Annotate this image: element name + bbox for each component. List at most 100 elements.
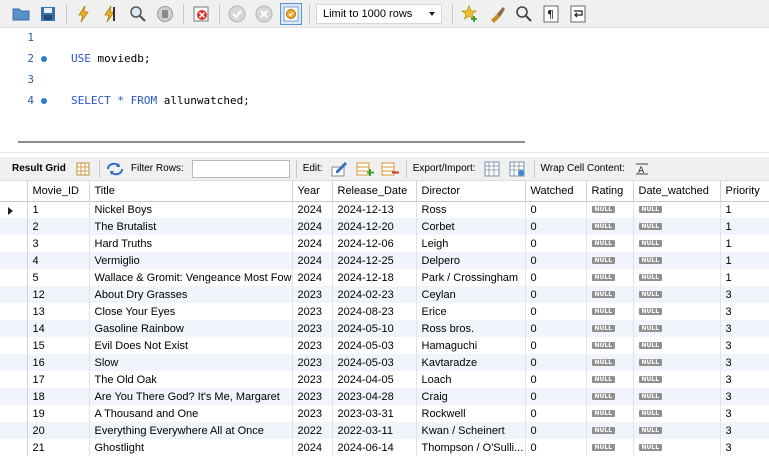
toggle-error-icon[interactable] [190,3,212,25]
rollback-icon[interactable] [253,3,275,25]
limit-rows-select[interactable]: Limit to 1000 rows [316,3,442,24]
cell-watched[interactable]: 0 [525,286,587,303]
cell-priority[interactable]: 3 [720,303,769,320]
table-row[interactable]: 3 Hard Truths 2024 2024-12-06 Leigh 0 NULL NULL… [0,235,769,252]
cell-director[interactable]: Ross [416,201,526,218]
open-folder-icon[interactable] [10,3,32,25]
cell-release-date[interactable]: 2024-12-25 [332,252,417,269]
cell-year[interactable]: 2023 [292,405,333,422]
cell-rating[interactable]: NULL [586,388,634,405]
import-icon[interactable] [509,160,527,178]
cell-watched[interactable]: 0 [525,371,587,388]
wrap-cell-icon[interactable]: A [633,160,651,178]
cell-rating[interactable]: NULL [586,235,634,252]
cell-movie-id[interactable]: 17 [27,371,90,388]
table-row[interactable]: 15 Evil Does Not Exist 2023 2024-05-03 Hamag… [0,337,769,354]
cell-release-date[interactable]: 2024-08-23 [332,303,417,320]
row-header[interactable] [0,269,28,286]
table-row[interactable]: 19 A Thousand and One 2023 2023-03-31 Rockwe… [0,405,769,422]
cell-movie-id[interactable]: 14 [27,320,90,337]
beautify-brush-icon[interactable] [486,3,508,25]
table-row[interactable]: 21 Ghostlight 2024 2024-06-14 Thompson / O'S… [0,439,769,456]
table-row[interactable]: 2 The Brutalist 2024 2024-12-20 Corbet 0 NULL N… [0,218,769,235]
result-grid-tab[interactable]: Result Grid [12,163,66,174]
cell-date-watched[interactable]: NULL [633,354,721,371]
cell-watched[interactable]: 0 [525,235,587,252]
cell-watched[interactable]: 0 [525,354,587,371]
cell-director[interactable]: Corbet [416,218,526,235]
cell-rating[interactable]: NULL [586,439,634,456]
cell-release-date[interactable]: 2024-12-20 [332,218,417,235]
row-header[interactable] [0,422,28,439]
cell-date-watched[interactable]: NULL [633,422,721,439]
table-row[interactable]: 4 Vermiglio 2024 2024-12-25 Delpero 0 NULL NULL… [0,252,769,269]
column-header-movie-id[interactable]: Movie_ID [27,181,90,202]
cell-year[interactable]: 2024 [292,269,333,286]
cell-year[interactable]: 2024 [292,235,333,252]
cell-date-watched[interactable]: NULL [633,201,721,218]
row-header[interactable] [0,337,28,354]
table-row[interactable]: 20 Everything Everywhere All at Once 2022 2… [0,422,769,439]
cell-movie-id[interactable]: 21 [27,439,90,456]
cell-director[interactable]: Ross bros. [416,320,526,337]
find-icon[interactable] [513,3,535,25]
cell-release-date[interactable]: 2024-05-03 [332,337,417,354]
grid-layout-icon[interactable] [74,160,92,178]
cell-movie-id[interactable]: 2 [27,218,90,235]
insert-row-icon[interactable] [356,160,374,178]
cell-release-date[interactable]: 2024-02-23 [332,286,417,303]
cell-date-watched[interactable]: NULL [633,286,721,303]
cell-date-watched[interactable]: NULL [633,269,721,286]
cell-priority[interactable]: 3 [720,405,769,422]
cell-director[interactable]: Park / Crossingham [416,269,526,286]
cell-watched[interactable]: 0 [525,320,587,337]
cell-release-date[interactable]: 2024-06-14 [332,439,417,456]
invisible-chars-icon[interactable]: ¶ [540,3,562,25]
cell-movie-id[interactable]: 13 [27,303,90,320]
filter-rows-input[interactable] [191,159,290,178]
cell-movie-id[interactable]: 19 [27,405,90,422]
cell-title[interactable]: Gasoline Rainbow [89,320,293,337]
table-row[interactable]: 16 Slow 2023 2024-05-03 Kavtaradze 0 NULL NULL 3 [0,354,769,371]
table-row[interactable]: 14 Gasoline Rainbow 2023 2024-05-10 Ross bro… [0,320,769,337]
cell-title[interactable]: Slow [89,354,293,371]
table-row[interactable]: 5 Wallace & Gromit: Vengeance Most Fowl 20… [0,269,769,286]
row-header[interactable] [0,286,28,303]
table-row[interactable]: 12 About Dry Grasses 2023 2024-02-23 Ceylan 0… [0,286,769,303]
cell-date-watched[interactable]: NULL [633,303,721,320]
cell-year[interactable]: 2024 [292,252,333,269]
table-row[interactable]: 17 The Old Oak 2023 2024-04-05 Loach 0 NULL NUL… [0,371,769,388]
cell-year[interactable]: 2023 [292,286,333,303]
cell-priority[interactable]: 3 [720,439,769,456]
cell-rating[interactable]: NULL [586,354,634,371]
row-header[interactable] [0,320,28,337]
cell-date-watched[interactable]: NULL [633,320,721,337]
cell-priority[interactable]: 3 [720,422,769,439]
cell-title[interactable]: The Old Oak [89,371,293,388]
cell-director[interactable]: Kavtaradze [416,354,526,371]
export-icon[interactable] [484,160,502,178]
cell-movie-id[interactable]: 3 [27,235,90,252]
cell-priority[interactable]: 1 [720,252,769,269]
cell-title[interactable]: Nickel Boys [89,201,293,218]
row-header[interactable] [0,235,28,252]
row-header[interactable] [0,303,28,320]
cell-title[interactable]: Vermiglio [89,252,293,269]
row-header[interactable] [0,354,28,371]
cell-year[interactable]: 2022 [292,422,333,439]
cell-date-watched[interactable]: NULL [633,439,721,456]
cell-priority[interactable]: 1 [720,235,769,252]
cell-watched[interactable]: 0 [525,439,587,456]
cell-title[interactable]: Evil Does Not Exist [89,337,293,354]
cell-movie-id[interactable]: 4 [27,252,90,269]
cell-release-date[interactable]: 2024-12-13 [332,201,417,218]
cell-watched[interactable]: 0 [525,218,587,235]
cell-rating[interactable]: NULL [586,405,634,422]
commit-icon[interactable] [226,3,248,25]
save-icon[interactable] [37,3,59,25]
explain-magnifier-icon[interactable] [127,3,149,25]
cell-director[interactable]: Ceylan [416,286,526,303]
cell-movie-id[interactable]: 20 [27,422,90,439]
cell-release-date[interactable]: 2024-05-03 [332,354,417,371]
row-header[interactable] [0,388,28,405]
